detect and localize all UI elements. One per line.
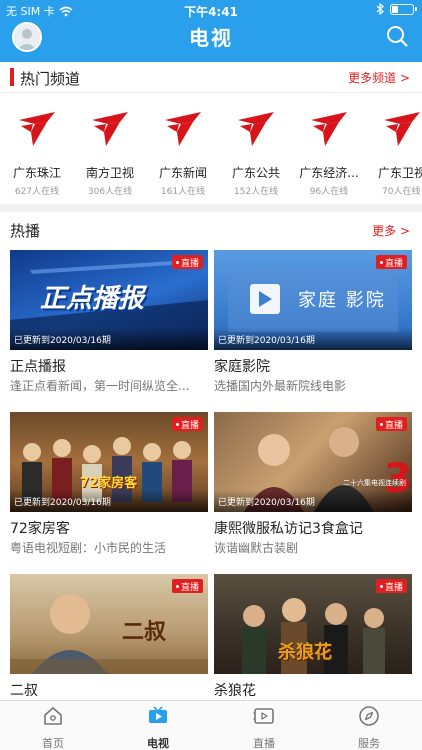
thumbnail-text: 72家房客 [80,476,138,491]
thumbnail-text: 二叔 [122,620,167,645]
live-badge-label: 直播 [180,258,199,269]
tab-label: 直播 [253,737,275,750]
program-title: 72家房客 [10,521,70,537]
live-badge-label: 直播 [384,420,403,431]
hot-play-title: 热播 [10,222,41,240]
program-title: 正点播报 [10,359,66,375]
program-title: 家庭影院 [214,359,270,375]
live-badge: 直播 [375,579,407,593]
channel-logo-icon [238,112,274,146]
updated-label: 已更新到2020/03/16期 [218,498,315,508]
program-thumbnail: 72家房客 已更新到2020/03/16期 直播 [10,412,208,512]
tab-home[interactable]: 首页 [13,705,93,750]
page-title: 电视 [189,26,233,50]
channel-logo-icon [165,112,201,146]
tab-tv[interactable]: 电视 [118,705,198,750]
program-thumbnail: 杀狼花 直播 [214,574,412,674]
channel-name: 广东珠江 [12,166,61,180]
program-card[interactable]: 家庭 影院 已更新到2020/03/16期 直播 家庭影院 选播国内外最新院线电… [214,250,412,400]
live-badge-label: 直播 [180,582,199,593]
channel-name: 广东卫视 [378,166,422,180]
channel-item[interactable]: 广东经济... 96人在线 [295,102,363,200]
channel-viewers: 161人在线 [160,187,206,197]
live-badge: 直播 [171,255,203,269]
hot-play-header: 热播 更多 > [0,212,422,242]
channel-logo-icon [384,112,420,146]
program-card[interactable]: 72家房客 已更新到2020/03/16期 直播 72家房客 粤语电视短剧：小市… [10,412,208,562]
channel-logo-icon [19,112,55,146]
channel-logo-icon [311,112,347,146]
updated-label: 已更新到2020/03/16期 [218,336,315,346]
program-card[interactable]: 3 二十六集电视连续剧 已更新到2020/03/16期 直播 康熙微服私访记3食… [214,412,412,562]
bottom-tab-bar: 首页 电视 直播 服务 [0,700,422,750]
program-desc: 逢正点看新闻，第一时间纵览全... [10,379,190,393]
program-card[interactable]: 正点播报 已更新到2020/03/16期 直播 正点播报 逢正点看新闻，第一时间… [10,250,208,400]
channel-name: 广东公共 [231,166,280,180]
live-icon [253,708,274,724]
channel-item[interactable]: 广东卫视 70人在线 [368,102,422,200]
program-title: 杀狼花 [214,683,256,699]
updated-label: 已更新到2020/03/16期 [14,498,111,508]
channel-viewers: 627人在线 [14,187,60,197]
live-badge: 直播 [171,579,203,593]
more-hot-play-link[interactable]: 更多 > [372,222,410,239]
channel-item[interactable]: 广东公共 152人在线 [222,102,290,200]
tab-live[interactable]: 直播 [224,705,304,750]
tab-service[interactable]: 服务 [329,705,409,750]
channel-item[interactable]: 南方卫视 306人在线 [76,102,144,200]
live-badge-label: 直播 [384,582,403,593]
hot-channels-section: 热门频道 更多频道 > 广东珠江 627人在线 南方卫视 306人在线 广东新闻… [0,62,422,204]
thumbnail-text: 家庭 影院 [298,290,386,311]
tab-label: 服务 [358,737,380,750]
live-badge: 直播 [375,255,407,269]
battery-icon [390,3,417,15]
tv-icon [149,706,167,723]
tab-label: 电视 [147,737,169,750]
program-title: 二叔 [10,683,38,699]
program-thumbnail: 3 二十六集电视连续剧 已更新到2020/03/16期 直播 [214,412,412,512]
status-time: 下午4:41 [184,5,238,19]
program-thumbnail: 二叔 直播 [10,574,208,674]
program-thumbnail: 家庭 影院 已更新到2020/03/16期 直播 [214,250,412,350]
compass-icon [359,706,379,726]
thumbnail-text: 杀狼花 [278,642,332,663]
channel-viewers: 152人在线 [233,187,279,197]
program-desc: 粤语电视短剧：小市民的生活 [10,541,167,555]
channel-viewers: 96人在线 [309,187,349,197]
hot-channels-title: 热门频道 [20,70,81,88]
bluetooth-icon [376,3,384,15]
program-desc: 诙谐幽默古装剧 [214,541,299,555]
tab-label: 首页 [42,737,64,750]
search-icon[interactable] [385,24,409,48]
program-title: 康熙微服私访记3食盒记 [214,521,363,537]
program-desc: 选播国内外最新院线电影 [214,379,347,393]
section-marker [10,68,14,86]
top-header: 无 SIM 卡 下午4:41 电视 [0,0,422,62]
channel-viewers: 70人在线 [382,187,421,197]
divider [0,92,422,93]
channel-name: 广东新闻 [158,166,207,180]
live-badge-label: 直播 [384,258,403,269]
status-bar: 无 SIM 卡 下午4:41 [0,0,422,20]
live-badge-label: 直播 [180,420,199,431]
program-thumbnail: 正点播报 已更新到2020/03/16期 直播 [10,250,208,350]
thumbnail-text: 正点播报 [40,284,145,314]
hot-play-section: 热播 更多 > 正点播报 已更新到2020/03/16期 直播 正点播报 逢正点… [0,212,422,704]
channel-logo-icon [92,112,128,146]
channel-item[interactable]: 广东新闻 161人在线 [149,102,217,200]
channel-name: 广东经济... [299,166,359,180]
channel-viewers: 306人在线 [87,187,133,197]
more-channels-link[interactable]: 更多频道 > [348,69,410,86]
channel-item[interactable]: 广东珠江 627人在线 [3,102,71,200]
live-badge: 直播 [375,417,407,431]
hot-channels-header: 热门频道 更多频道 > [0,62,422,92]
home-icon [44,707,62,725]
thumbnail-text: 二十六集电视连续剧 [343,479,406,487]
updated-label: 已更新到2020/03/16期 [14,336,111,346]
channel-name: 南方卫视 [85,166,134,180]
live-badge: 直播 [171,417,203,431]
